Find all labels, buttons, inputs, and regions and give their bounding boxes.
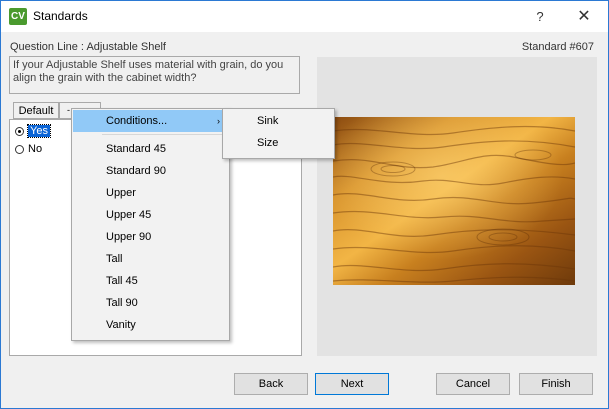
next-button[interactable]: Next — [315, 373, 389, 395]
menu-separator — [102, 134, 225, 135]
app-logo-icon: CV — [9, 8, 27, 25]
answer-option-no[interactable]: No — [15, 142, 42, 156]
radio-icon[interactable] — [15, 144, 24, 154]
wood-grain-graphic — [333, 117, 575, 285]
radio-selected-icon[interactable] — [15, 126, 24, 136]
answer-label: Yes — [27, 124, 51, 138]
submenu-item-sink[interactable]: Sink — [224, 110, 333, 132]
close-button[interactable]: ✕ — [567, 5, 601, 29]
menu-item-upper[interactable]: Upper — [73, 182, 228, 204]
menu-item-upper-45[interactable]: Upper 45 — [73, 204, 228, 226]
window-title: Standards — [33, 9, 88, 23]
answer-option-yes[interactable]: Yes — [15, 124, 51, 138]
wood-grain-image — [333, 117, 575, 285]
submenu-item-size[interactable]: Size — [224, 132, 333, 154]
menu-item-vanity[interactable]: Vanity — [73, 314, 228, 336]
standards-dialog: CV Standards ? ✕ Question Line : Adjusta… — [0, 0, 609, 409]
conditions-submenu: Sink Size — [222, 108, 335, 159]
cancel-button[interactable]: Cancel — [436, 373, 510, 395]
menu-item-tall-90[interactable]: Tall 90 — [73, 292, 228, 314]
finish-button[interactable]: Finish — [519, 373, 593, 395]
answer-label: No — [28, 143, 43, 155]
standard-number: Standard #607 — [521, 41, 594, 53]
context-menu: Conditions... › Standard 45 Standard 90 … — [71, 108, 230, 341]
tab-default[interactable]: Default — [13, 102, 59, 119]
menu-item-upper-90[interactable]: Upper 90 — [73, 226, 228, 248]
help-button[interactable]: ? — [525, 7, 555, 27]
menu-item-tall[interactable]: Tall — [73, 248, 228, 270]
menu-item-standard-90[interactable]: Standard 90 — [73, 160, 228, 182]
menu-item-conditions[interactable]: Conditions... › — [73, 110, 228, 132]
menu-item-label: Conditions... — [106, 115, 168, 127]
title-bar: CV Standards ? ✕ — [1, 1, 608, 32]
back-button[interactable]: Back — [234, 373, 308, 395]
chevron-right-icon: › — [217, 116, 220, 126]
menu-item-standard-45[interactable]: Standard 45 — [73, 138, 228, 160]
menu-item-tall-45[interactable]: Tall 45 — [73, 270, 228, 292]
question-text: If your Adjustable Shelf uses material w… — [9, 56, 300, 94]
question-line-label: Question Line : Adjustable Shelf — [10, 41, 166, 53]
